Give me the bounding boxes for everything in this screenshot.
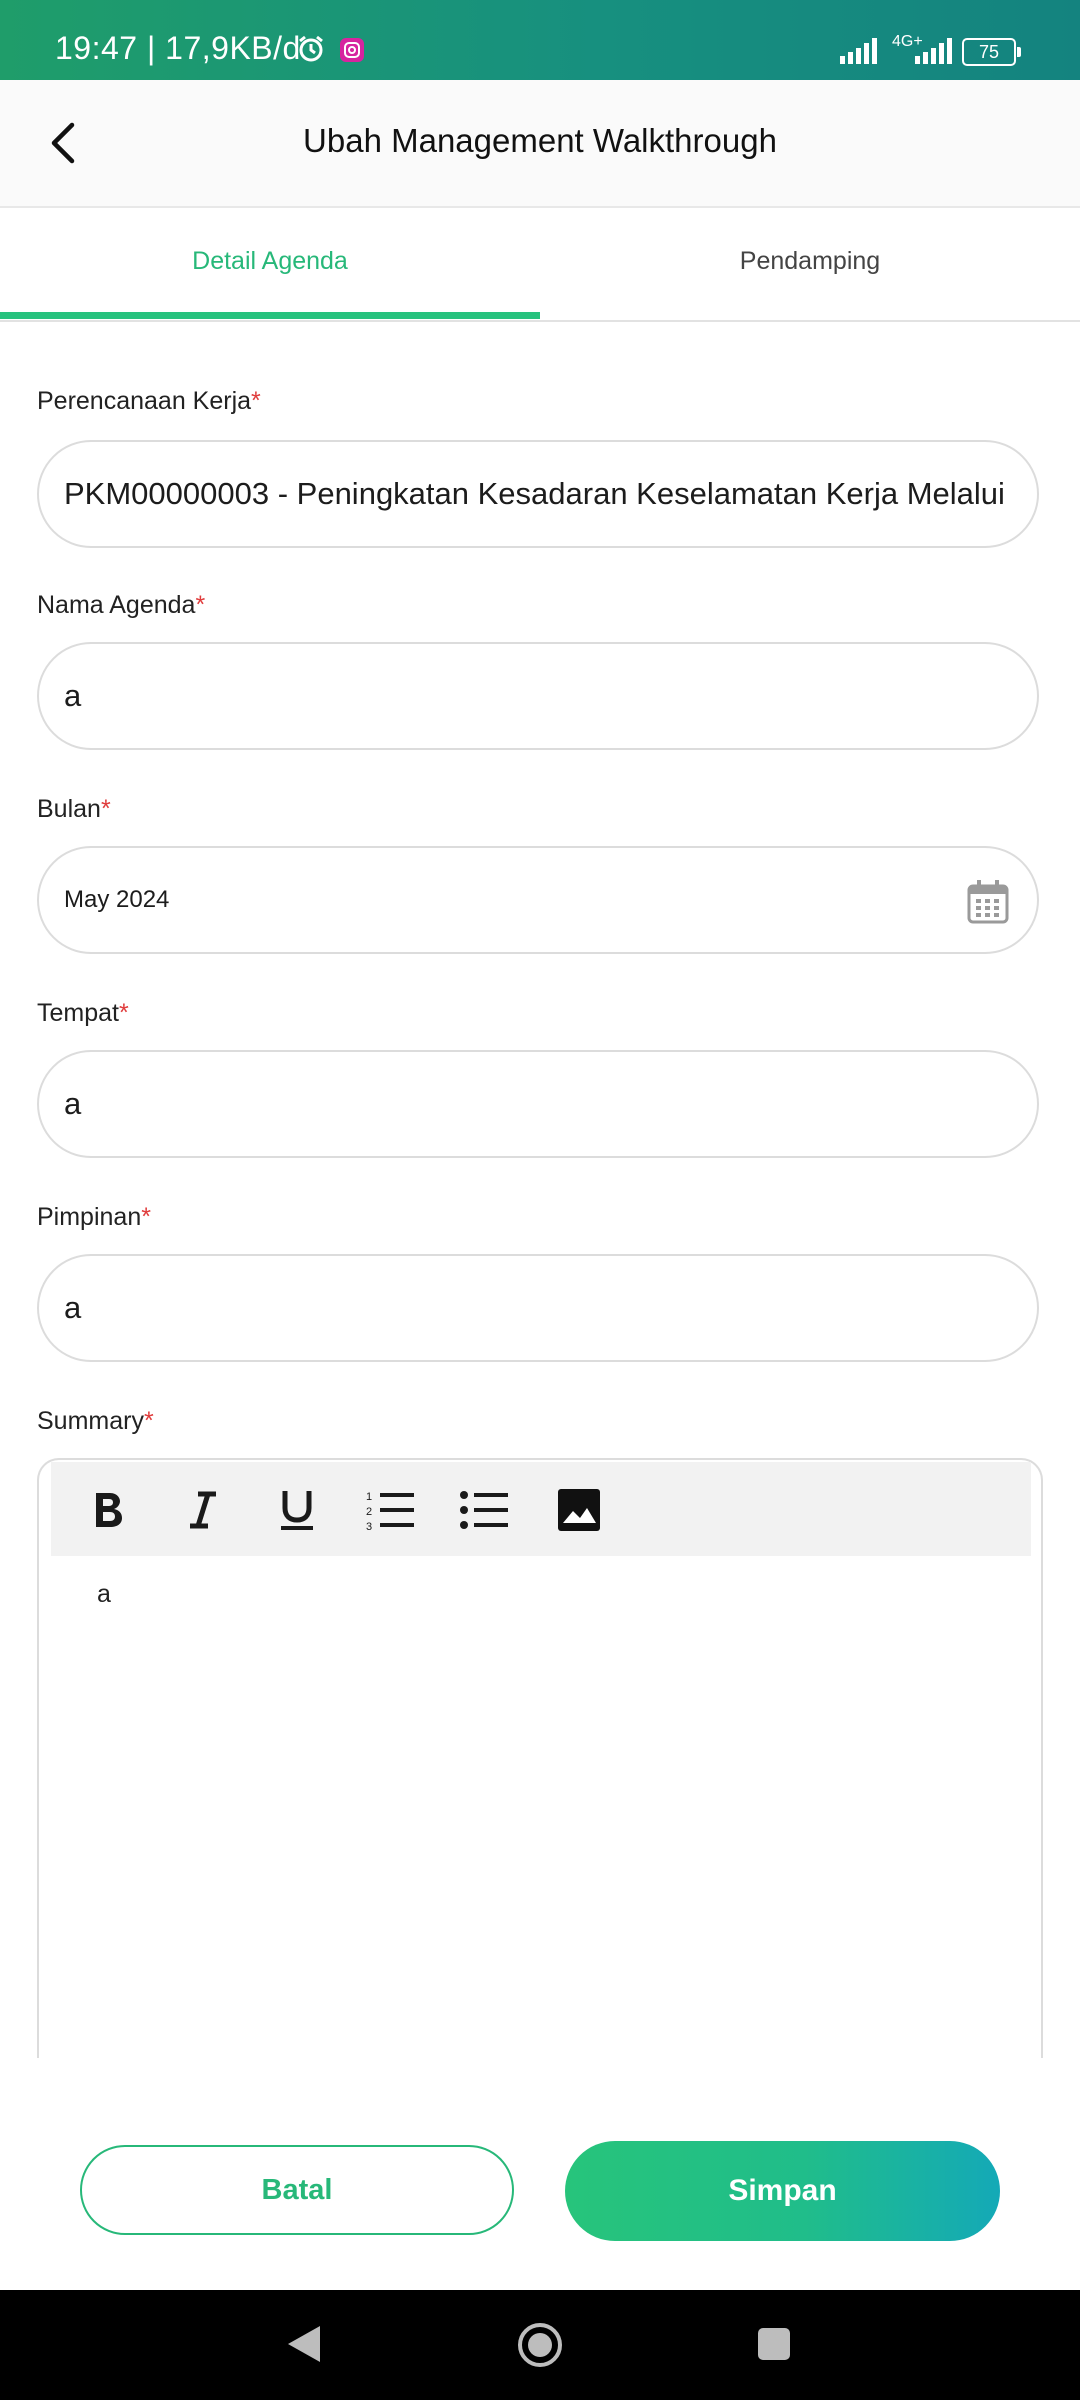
tempat-input[interactable]: a — [37, 1050, 1039, 1158]
instagram-icon — [340, 38, 364, 62]
image-icon[interactable] — [553, 1484, 605, 1536]
pimpinan-input[interactable]: a — [37, 1254, 1039, 1362]
app-header: Ubah Management Walkthrough — [0, 80, 1080, 208]
tab-bar: Detail Agenda Pendamping — [0, 208, 1080, 322]
tempat-label: Tempat* — [37, 999, 129, 1028]
save-button[interactable]: Simpan — [565, 2141, 1000, 2241]
nama-agenda-label: Nama Agenda* — [37, 591, 205, 620]
system-nav-bar — [0, 2290, 1080, 2400]
nama-agenda-value: a — [64, 678, 82, 713]
status-bar: 19:47 | 17,9KB/d 4G+ 75 — [0, 0, 1080, 80]
ordered-list-icon[interactable]: 1 2 3 — [365, 1484, 417, 1536]
summary-editor[interactable]: 1 2 3 a — [37, 1458, 1043, 2058]
perencanaan-kerja-field[interactable]: PKM00000003 - Peningkatan Kesadaran Kese… — [37, 440, 1039, 548]
nav-home-icon[interactable] — [515, 2320, 565, 2370]
bulan-label: Bulan* — [37, 795, 111, 824]
summary-label-text: Summary — [37, 1407, 144, 1435]
bulan-picker[interactable]: May 2024 — [37, 846, 1039, 954]
bulan-value: May 2024 — [64, 886, 170, 913]
svg-text:2: 2 — [366, 1506, 372, 1518]
tab-pendamping[interactable]: Pendamping — [540, 208, 1080, 318]
required-marker: * — [118, 999, 129, 1027]
active-tab-indicator — [0, 312, 540, 319]
underline-icon[interactable] — [271, 1484, 323, 1536]
cancel-button[interactable]: Batal — [80, 2145, 514, 2235]
calendar-icon[interactable] — [967, 880, 1009, 924]
required-marker: * — [141, 1203, 151, 1231]
nav-back-icon[interactable] — [284, 2322, 324, 2366]
page-title: Ubah Management Walkthrough — [303, 122, 777, 159]
perencanaan-label-text: Perencanaan Kerja — [37, 387, 252, 415]
nama-agenda-input[interactable]: a — [37, 642, 1039, 750]
nav-recent-icon[interactable] — [756, 2326, 792, 2362]
bulan-label-text: Bulan — [37, 795, 101, 823]
required-marker: * — [251, 387, 261, 415]
italic-icon[interactable] — [177, 1484, 229, 1536]
perencanaan-label: Perencanaan Kerja* — [37, 387, 261, 416]
tempat-label-text: Tempat — [37, 999, 119, 1027]
battery-icon: 75 — [962, 38, 1021, 66]
signal-icon — [840, 38, 877, 64]
pimpinan-label: Pimpinan* — [37, 1203, 151, 1232]
summary-content: a — [97, 1580, 111, 1608]
nama-agenda-label-text: Nama Agenda — [37, 591, 196, 619]
editor-toolbar: 1 2 3 — [51, 1462, 1031, 1556]
bullet-list-icon[interactable] — [459, 1484, 511, 1536]
alarm-icon — [299, 35, 323, 62]
required-marker: * — [100, 795, 111, 823]
required-marker: * — [143, 1407, 154, 1435]
status-time: 19:47 | 17,9KB/d — [55, 30, 301, 66]
bold-icon[interactable] — [83, 1484, 135, 1536]
pimpinan-value: a — [64, 1290, 82, 1325]
summary-label: Summary* — [37, 1407, 154, 1436]
signal-icon-2 — [915, 38, 952, 64]
svg-text:1: 1 — [366, 1491, 372, 1503]
perencanaan-value: PKM00000003 - Peningkatan Kesadaran Kese… — [64, 476, 1005, 511]
pimpinan-label-text: Pimpinan — [37, 1203, 142, 1231]
required-marker: * — [195, 591, 206, 619]
tempat-value: a — [64, 1086, 82, 1121]
svg-text:3: 3 — [366, 1521, 372, 1531]
tab-detail-agenda[interactable]: Detail Agenda — [0, 208, 540, 318]
